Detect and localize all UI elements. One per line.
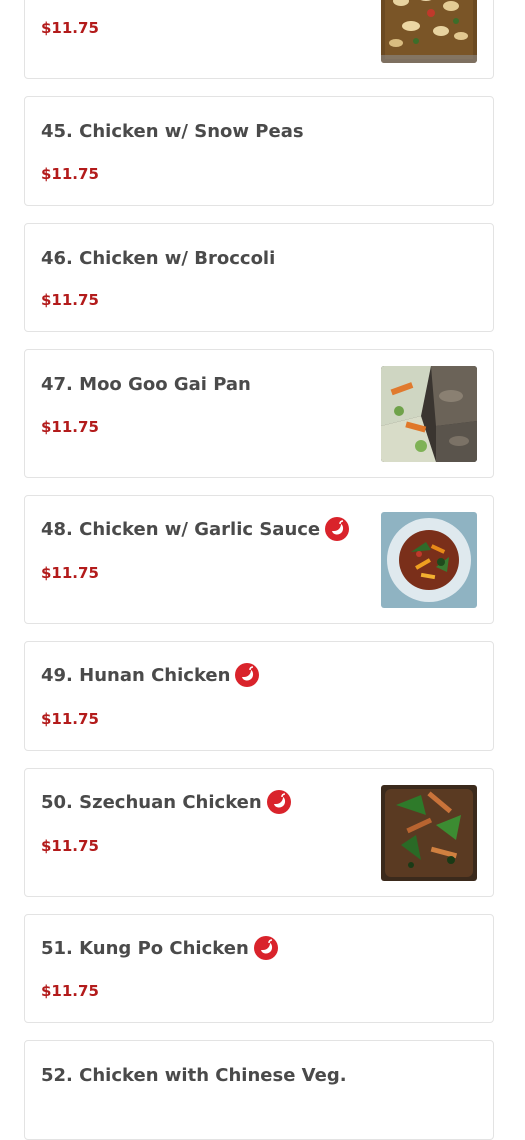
chili-pepper-icon	[266, 790, 291, 814]
menu-item-name: 45. Chicken w/ Snow Peas	[41, 121, 304, 142]
chili-pepper-icon	[325, 517, 350, 541]
menu-item-card-45[interactable]: 45. Chicken w/ Snow Peas $11.75	[24, 96, 494, 206]
menu-item-name: 46. Chicken w/ Broccoli	[41, 248, 276, 269]
menu-item-price: $11.75	[41, 291, 99, 309]
chili-pepper-icon	[235, 663, 260, 687]
menu-item-card-cashew[interactable]: $11.75	[24, 0, 494, 79]
menu-item-name: 49. Hunan Chicken	[41, 663, 260, 687]
menu-item-name: 47. Moo Goo Gai Pan	[41, 374, 251, 395]
chili-pepper-icon	[253, 936, 278, 960]
menu-item-price: $11.75	[41, 982, 99, 1000]
menu-item-card-46[interactable]: 46. Chicken w/ Broccoli $11.75	[24, 223, 494, 332]
menu-item-name: 51. Kung Po Chicken	[41, 936, 278, 960]
menu-item-name: 48. Chicken w/ Garlic Sauce	[41, 517, 350, 541]
menu-item-price: $11.75	[41, 564, 99, 582]
menu-item-name: 50. Szechuan Chicken	[41, 790, 291, 814]
menu-item-price: $11.75	[41, 165, 99, 183]
menu-item-price: $11.75	[41, 710, 99, 728]
menu-item-card-48[interactable]: 48. Chicken w/ Garlic Sauce $11.75	[24, 495, 494, 624]
menu-item-card-49[interactable]: 49. Hunan Chicken $11.75	[24, 641, 494, 751]
menu-item-name: 52. Chicken with Chinese Veg.	[41, 1065, 347, 1086]
menu-item-card-47[interactable]: 47. Moo Goo Gai Pan $11.75	[24, 349, 494, 478]
menu-item-price: $11.75	[41, 418, 99, 436]
menu-item-photo	[381, 512, 477, 608]
menu-item-photo	[381, 785, 477, 881]
menu-item-card-50[interactable]: 50. Szechuan Chicken $11.75	[24, 768, 494, 897]
menu-item-photo	[381, 366, 477, 462]
menu-item-card-52[interactable]: 52. Chicken with Chinese Veg.	[24, 1040, 494, 1140]
menu-item-price: $11.75	[41, 19, 99, 37]
menu-item-price: $11.75	[41, 837, 99, 855]
menu-item-photo	[381, 0, 477, 63]
menu-item-card-51[interactable]: 51. Kung Po Chicken $11.75	[24, 914, 494, 1023]
